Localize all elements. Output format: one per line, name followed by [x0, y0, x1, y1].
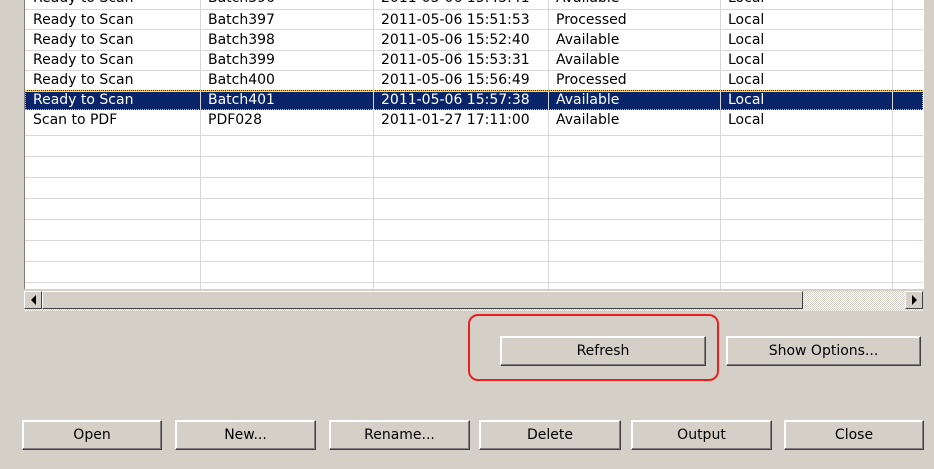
output-button[interactable]: Output	[631, 420, 772, 450]
scroll-right-button[interactable]	[905, 291, 923, 309]
cell-location: Local	[728, 112, 765, 128]
table-row[interactable]: Ready to Scan Batch399 2011-05-06 15:53:…	[25, 50, 923, 70]
cell-name: Ready to Scan	[33, 72, 134, 88]
cell-date: 2011-05-06 15:53:31	[381, 52, 530, 68]
cell-status: Available	[556, 32, 620, 48]
cell-batch: Batch400	[208, 72, 275, 88]
arrow-right-icon	[911, 295, 917, 305]
cell-name: Ready to Scan	[33, 52, 134, 68]
cell-batch: Batch396	[200, 0, 373, 8]
cell-date: 2011-05-06 15:57:38	[381, 92, 530, 108]
cell-status: Available	[556, 112, 620, 128]
cell-status: Available	[548, 0, 720, 8]
open-button[interactable]: Open	[22, 420, 162, 450]
cell-name: Ready to Scan	[25, 0, 200, 8]
cell-status: Processed	[556, 72, 627, 88]
cell-date: 2011-05-06 15:56:49	[381, 72, 530, 88]
cell-date: 2011-05-06 15:52:40	[381, 32, 530, 48]
scroll-left-button[interactable]	[24, 291, 42, 309]
arrow-left-icon	[30, 295, 36, 305]
cell-location: Local	[728, 12, 765, 28]
table-row[interactable]: Ready to Scan Batch400 2011-05-06 15:56:…	[25, 70, 923, 90]
cell-location: Local	[720, 0, 892, 8]
cell-name: Ready to Scan	[33, 12, 134, 28]
cell-status: Processed	[556, 12, 627, 28]
new-button[interactable]: New...	[175, 420, 316, 450]
cell-location: Local	[728, 92, 765, 108]
cell-status: Available	[556, 52, 620, 68]
cell-location: Local	[728, 32, 765, 48]
cell-batch: Batch399	[208, 52, 275, 68]
cell-location: Local	[728, 52, 765, 68]
table-row-partial[interactable]: Ready to Scan Batch396 2011-05-06 15:45:…	[25, 0, 923, 8]
close-button[interactable]: Close	[784, 420, 924, 450]
cell-date: 2011-05-06 15:45:41	[373, 0, 548, 8]
scrollbar-thumb[interactable]	[42, 291, 803, 309]
cell-date: 2011-05-06 15:51:53	[381, 12, 530, 28]
table-row[interactable]: Ready to Scan Batch397 2011-05-06 15:51:…	[25, 10, 923, 30]
cell-name: Ready to Scan	[33, 92, 134, 108]
cell-batch: Batch401	[208, 92, 275, 108]
batch-list[interactable]: Ready to Scan Batch396 2011-05-06 15:45:…	[24, 0, 924, 289]
refresh-button[interactable]: Refresh	[500, 336, 706, 366]
table-row[interactable]: Ready to Scan Batch398 2011-05-06 15:52:…	[25, 30, 923, 50]
cell-location: Local	[728, 72, 765, 88]
horizontal-scrollbar[interactable]	[24, 290, 923, 311]
cell-status: Available	[556, 92, 620, 108]
rename-button[interactable]: Rename...	[329, 420, 470, 450]
cell-batch: PDF028	[208, 112, 262, 128]
cell-date: 2011-01-27 17:11:00	[381, 112, 530, 128]
table-row-selected[interactable]: Ready to Scan Batch401 2011-05-06 15:57:…	[25, 90, 923, 110]
cell-batch: Batch398	[208, 32, 275, 48]
table-row[interactable]: Scan to PDF PDF028 2011-01-27 17:11:00 A…	[25, 110, 923, 130]
cell-name: Scan to PDF	[33, 112, 118, 128]
cell-batch: Batch397	[208, 12, 275, 28]
delete-button[interactable]: Delete	[479, 420, 621, 450]
show-options-button[interactable]: Show Options...	[726, 336, 921, 366]
cell-name: Ready to Scan	[33, 32, 134, 48]
